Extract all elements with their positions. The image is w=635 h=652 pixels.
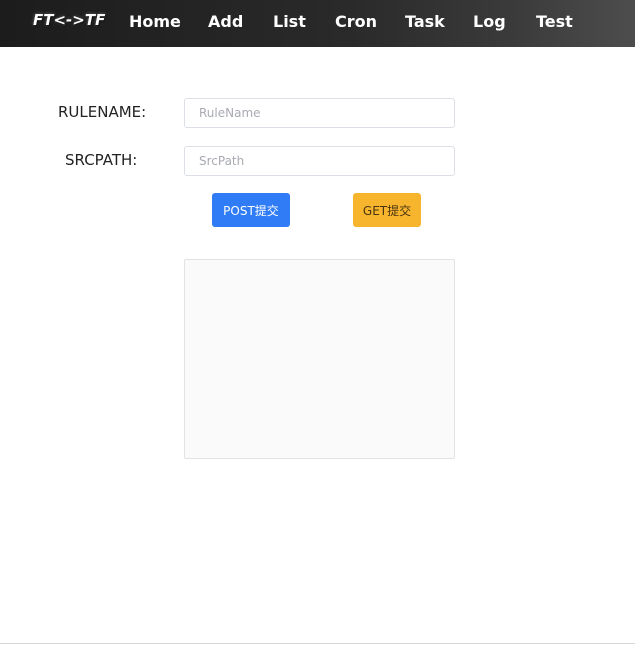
- top-navbar: FT<->TF Home Add List Cron Task Log Test: [0, 0, 635, 47]
- nav-item-list[interactable]: List: [273, 12, 306, 31]
- rulename-input[interactable]: [184, 98, 455, 128]
- nav-item-task[interactable]: Task: [405, 12, 445, 31]
- nav-item-log[interactable]: Log: [473, 12, 506, 31]
- nav-item-cron[interactable]: Cron: [335, 12, 377, 31]
- srcpath-input[interactable]: [184, 146, 455, 176]
- footer-divider: [0, 643, 635, 644]
- srcpath-label: SRCPATH:: [65, 151, 138, 169]
- brand-logo[interactable]: FT<->TF: [33, 11, 105, 29]
- nav-item-test[interactable]: Test: [536, 12, 573, 31]
- result-output-box: [184, 259, 455, 459]
- nav-item-home[interactable]: Home: [129, 12, 181, 31]
- get-submit-button[interactable]: GET提交: [353, 193, 421, 227]
- nav-item-add[interactable]: Add: [208, 12, 243, 31]
- rulename-label: RULENAME:: [58, 103, 147, 121]
- post-submit-button[interactable]: POST提交: [212, 193, 290, 227]
